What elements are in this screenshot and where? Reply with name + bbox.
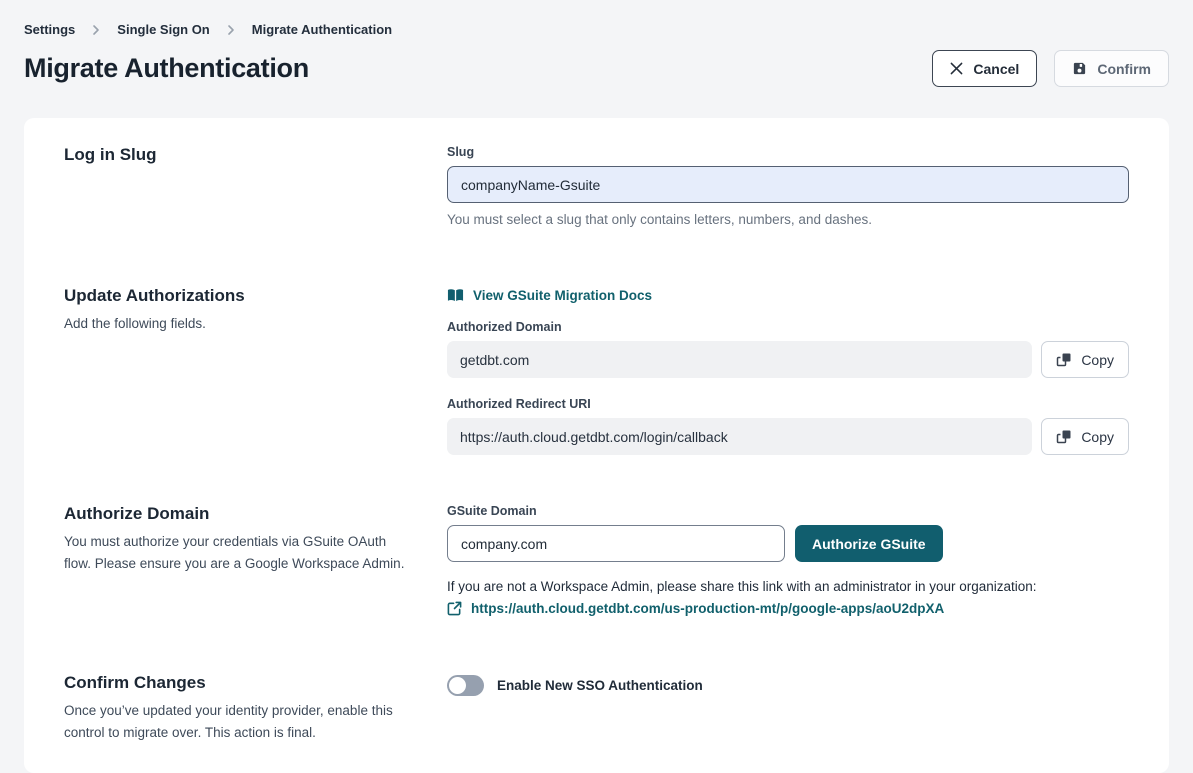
authorize-gsuite-button[interactable]: Authorize GSuite (795, 525, 943, 562)
breadcrumb-migrate-authentication: Migrate Authentication (252, 22, 392, 37)
copy-icon (1056, 352, 1072, 368)
update-authorizations-heading: Update Authorizations (64, 286, 409, 306)
header-actions: Cancel Confirm (932, 50, 1169, 87)
page-title: Migrate Authentication (24, 53, 309, 84)
authorize-domain-description: You must authorize your credentials via … (64, 531, 409, 574)
chevron-right-icon (90, 24, 102, 36)
toggle-knob (449, 677, 466, 694)
book-icon (447, 288, 464, 303)
confirm-changes-heading: Confirm Changes (64, 673, 409, 693)
save-icon (1072, 61, 1087, 76)
copy-authorized-domain-button[interactable]: Copy (1041, 341, 1129, 378)
gsuite-domain-input[interactable] (447, 525, 785, 562)
confirm-button[interactable]: Confirm (1054, 50, 1169, 87)
section-login-slug: Log in Slug Slug You must select a slug … (64, 145, 1129, 227)
login-slug-heading: Log in Slug (64, 145, 409, 165)
external-link-icon (447, 601, 462, 616)
breadcrumb-single-sign-on[interactable]: Single Sign On (117, 22, 209, 37)
chevron-right-icon (225, 24, 237, 36)
authorized-redirect-uri-label: Authorized Redirect URI (447, 397, 1032, 411)
copy-icon (1056, 429, 1072, 445)
slug-helper-text: You must select a slug that only contain… (447, 212, 1129, 227)
enable-new-sso-toggle[interactable] (447, 675, 484, 696)
page-header: Settings Single Sign On Migrate Authenti… (0, 0, 1193, 87)
copy-button-label: Copy (1081, 352, 1114, 368)
breadcrumb-settings[interactable]: Settings (24, 22, 75, 37)
cancel-button[interactable]: Cancel (932, 50, 1037, 87)
cancel-button-label: Cancel (973, 61, 1019, 77)
authorized-redirect-uri-value: https://auth.cloud.getdbt.com/login/call… (447, 418, 1032, 455)
gsuite-migration-docs-link-label: View GSuite Migration Docs (473, 288, 652, 303)
close-icon (950, 62, 963, 75)
authorized-redirect-uri-row: Authorized Redirect URI https://auth.clo… (447, 397, 1129, 455)
gsuite-migration-docs-link[interactable]: View GSuite Migration Docs (447, 288, 652, 303)
admin-share-link[interactable]: https://auth.cloud.getdbt.com/us-product… (447, 601, 944, 616)
copy-redirect-uri-button[interactable]: Copy (1041, 418, 1129, 455)
update-authorizations-description: Add the following fields. (64, 313, 409, 335)
section-authorize-domain: Authorize Domain You must authorize your… (64, 504, 1129, 621)
section-update-authorizations: Update Authorizations Add the following … (64, 286, 1129, 455)
authorized-domain-row: Authorized Domain getdbt.com Copy (447, 320, 1129, 378)
slug-input[interactable] (447, 166, 1129, 203)
breadcrumb: Settings Single Sign On Migrate Authenti… (24, 22, 1169, 37)
gsuite-domain-label: GSuite Domain (447, 504, 1129, 518)
workspace-admin-note: If you are not a Workspace Admin, please… (447, 579, 1129, 594)
enable-new-sso-toggle-label: Enable New SSO Authentication (497, 678, 703, 693)
authorize-domain-heading: Authorize Domain (64, 504, 409, 524)
authorized-domain-label: Authorized Domain (447, 320, 1032, 334)
copy-button-label: Copy (1081, 429, 1114, 445)
authorized-domain-value: getdbt.com (447, 341, 1032, 378)
slug-field-label: Slug (447, 145, 1129, 159)
admin-share-link-url: https://auth.cloud.getdbt.com/us-product… (471, 601, 944, 616)
confirm-changes-description: Once you’ve updated your identity provid… (64, 700, 409, 743)
confirm-button-label: Confirm (1097, 61, 1151, 77)
settings-card: Log in Slug Slug You must select a slug … (24, 118, 1169, 773)
section-confirm-changes: Confirm Changes Once you’ve updated your… (64, 673, 1129, 743)
